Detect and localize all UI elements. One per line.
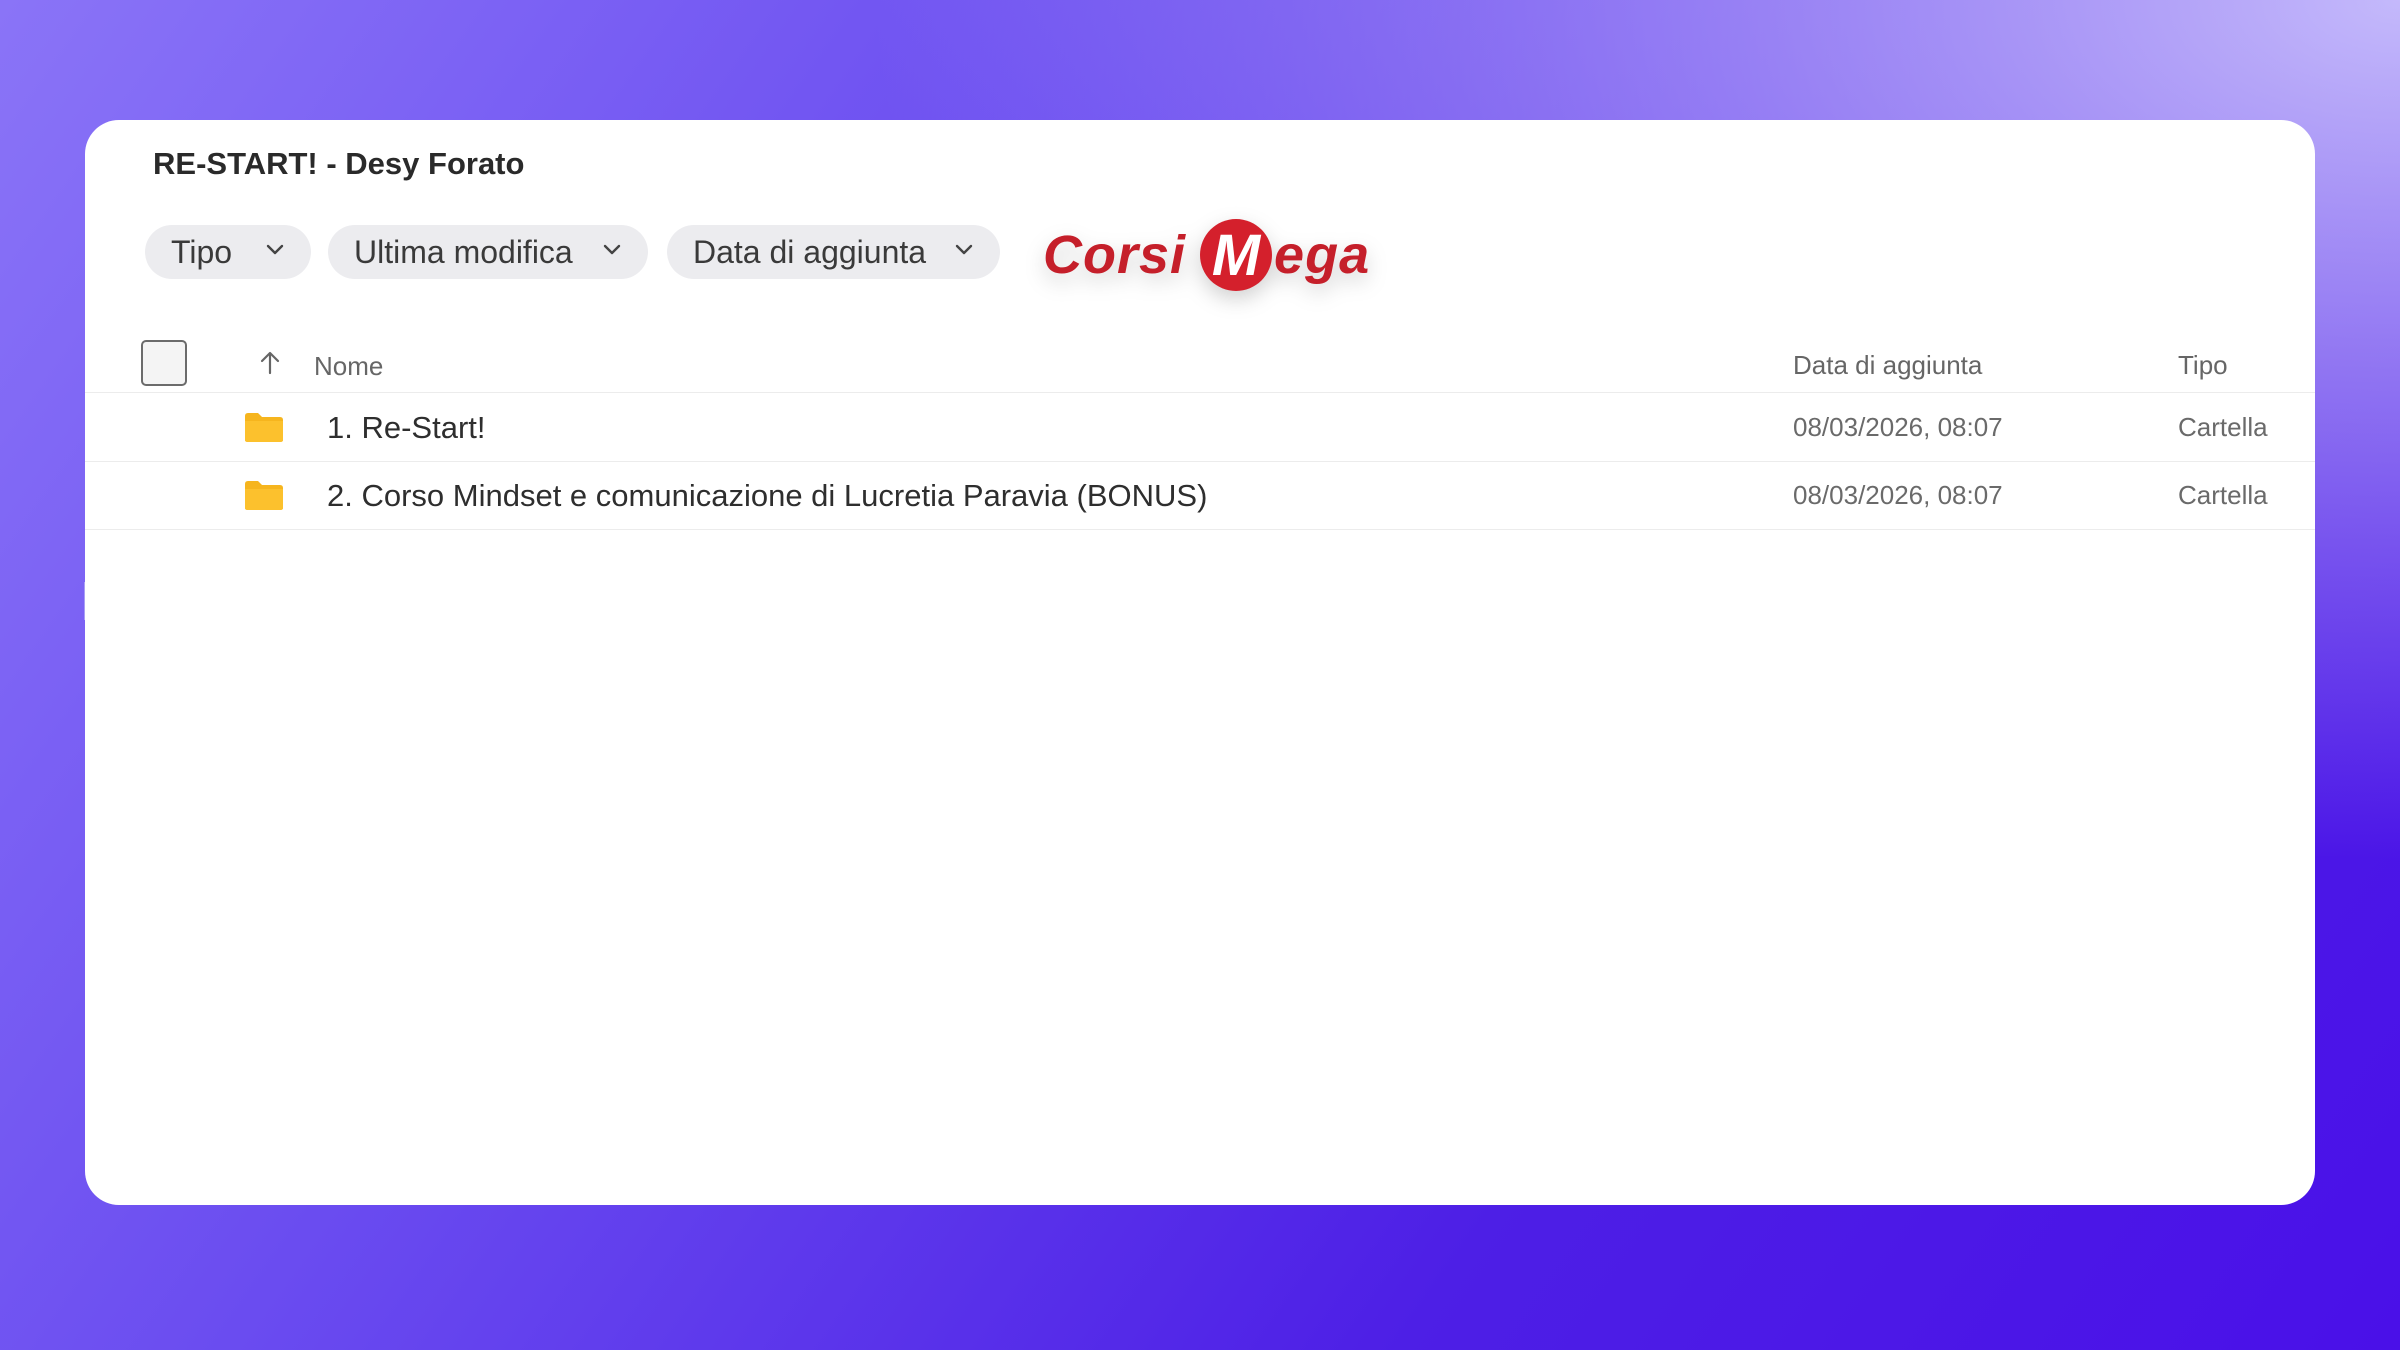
- row-name[interactable]: 2. Corso Mindset e comunicazione di Lucr…: [327, 478, 1207, 514]
- file-browser-window: RE-START! - Desy Forato Tipo Ultima modi…: [85, 120, 2315, 1205]
- filter-type-label: Tipo: [171, 233, 233, 270]
- chevron-down-icon: [603, 244, 621, 255]
- arrow-up-icon[interactable]: [255, 348, 285, 378]
- corsimega-logo: Corsi M ega: [1043, 200, 1373, 310]
- logo-text-corsi: Corsi: [1043, 225, 1187, 285]
- table-row[interactable]: 1. Re-Start! 08/03/2026, 08:07 Cartella: [85, 394, 2315, 462]
- filter-last-modified-dropdown[interactable]: Ultima modifica: [328, 225, 648, 279]
- folder-title: RE-START! - Desy Forato: [153, 146, 525, 181]
- folder-icon: [245, 413, 283, 442]
- chevron-down-icon: [266, 244, 284, 255]
- row-name[interactable]: 1. Re-Start!: [327, 410, 486, 446]
- column-header-name[interactable]: Nome: [314, 351, 383, 382]
- filter-type-dropdown[interactable]: Tipo: [145, 225, 311, 279]
- column-header-date-added[interactable]: Data di aggiunta: [1793, 350, 1982, 381]
- filter-date-added-label: Data di aggiunta: [693, 233, 927, 270]
- filter-date-added-dropdown[interactable]: Data di aggiunta: [667, 225, 1000, 279]
- chevron-down-icon: [955, 244, 973, 255]
- row-date-added: 08/03/2026, 08:07: [1793, 480, 2003, 510]
- row-type: Cartella: [2178, 480, 2268, 510]
- row-type: Cartella: [2178, 412, 2268, 442]
- logo-text-ega: ega: [1274, 225, 1371, 285]
- column-header-type[interactable]: Tipo: [2178, 350, 2228, 381]
- row-date-added: 08/03/2026, 08:07: [1793, 412, 2003, 442]
- select-all-checkbox[interactable]: [141, 340, 187, 386]
- filter-last-modified-label: Ultima modifica: [354, 233, 573, 270]
- folder-icon: [245, 481, 283, 510]
- logo-m-badge: M: [1200, 219, 1273, 291]
- table-row[interactable]: 2. Corso Mindset e comunicazione di Lucr…: [85, 462, 2315, 530]
